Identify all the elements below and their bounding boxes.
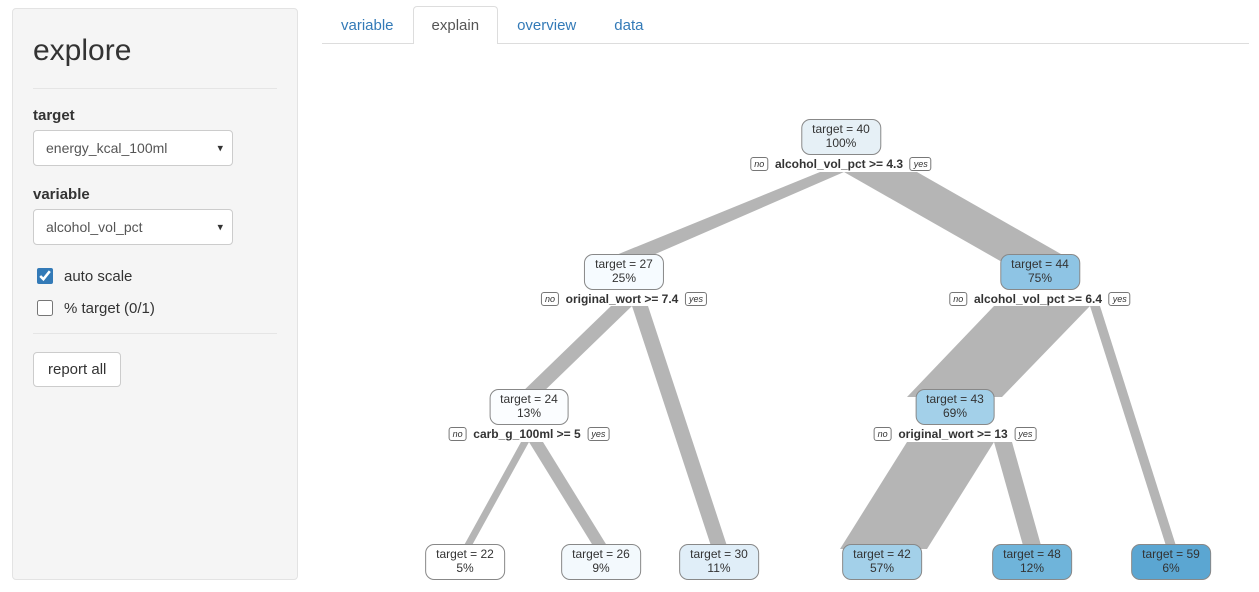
- pct-target-label: % target (0/1): [64, 300, 155, 317]
- tree-leaf: target = 26 9%: [561, 544, 641, 580]
- decision-tree: target = 40 100% no alcohol_vol_pct >= 4…: [322, 44, 1242, 564]
- no-tag: no: [949, 292, 967, 306]
- sidebar: explore target energy_kcal_100ml ▾ varia…: [12, 8, 298, 580]
- tree-split: no alcohol_vol_pct >= 4.3 yes: [750, 157, 931, 171]
- tree-bubble: target = 44 75%: [1000, 254, 1080, 290]
- auto-scale-checkbox[interactable]: [37, 268, 53, 284]
- tree-split: no carb_g_100ml >= 5 yes: [449, 427, 610, 441]
- yes-tag: yes: [685, 292, 707, 306]
- tree-bubble: target = 24 13%: [489, 389, 569, 425]
- tree-node-root: target = 40 100% no alcohol_vol_pct >= 4…: [750, 119, 931, 171]
- target-label: target: [33, 107, 277, 124]
- tree-bubble: target = 26 9%: [561, 544, 641, 580]
- no-tag: no: [750, 157, 768, 171]
- tree-leaf: target = 42 57%: [842, 544, 922, 580]
- tree-node: target = 43 69% no original_wort >= 13 y…: [874, 389, 1037, 441]
- tab-data[interactable]: data: [595, 6, 662, 44]
- variable-select[interactable]: alcohol_vol_pct: [33, 209, 233, 245]
- yes-tag: yes: [587, 427, 609, 441]
- yes-tag: yes: [1109, 292, 1131, 306]
- tree-node: target = 24 13% no carb_g_100ml >= 5 yes: [449, 389, 610, 441]
- tree-bubble: target = 43 69%: [915, 389, 995, 425]
- target-select[interactable]: energy_kcal_100ml: [33, 130, 233, 166]
- main-panel: variable explain overview data: [322, 0, 1259, 592]
- tree-split: no alcohol_vol_pct >= 6.4 yes: [949, 292, 1130, 306]
- tree-bubble: target = 48 12%: [992, 544, 1072, 580]
- tree-split: no original_wort >= 13 yes: [874, 427, 1037, 441]
- tree-leaf: target = 22 5%: [425, 544, 505, 580]
- yes-tag: yes: [1014, 427, 1036, 441]
- tree-leaf: target = 48 12%: [992, 544, 1072, 580]
- sidebar-title: explore: [33, 34, 277, 68]
- yes-tag: yes: [910, 157, 932, 171]
- auto-scale-label: auto scale: [64, 268, 132, 285]
- no-tag: no: [874, 427, 892, 441]
- no-tag: no: [541, 292, 559, 306]
- no-tag: no: [449, 427, 467, 441]
- tree-bubble: target = 40 100%: [801, 119, 881, 155]
- tree-node: target = 44 75% no alcohol_vol_pct >= 6.…: [949, 254, 1130, 306]
- variable-label: variable: [33, 186, 277, 203]
- pct-target-checkbox[interactable]: [37, 300, 53, 316]
- tab-explain[interactable]: explain: [413, 6, 499, 44]
- tree-leaf: target = 59 6%: [1131, 544, 1211, 580]
- divider: [33, 88, 277, 89]
- tree-bubble: target = 42 57%: [842, 544, 922, 580]
- tree-bubble: target = 22 5%: [425, 544, 505, 580]
- tree-split: no original_wort >= 7.4 yes: [541, 292, 707, 306]
- report-all-button[interactable]: report all: [33, 352, 121, 387]
- tree-leaf: target = 30 11%: [679, 544, 759, 580]
- tree-bubble: target = 30 11%: [679, 544, 759, 580]
- divider: [33, 333, 277, 334]
- tree-bubble: target = 59 6%: [1131, 544, 1211, 580]
- tab-overview[interactable]: overview: [498, 6, 595, 44]
- tab-variable[interactable]: variable: [322, 6, 413, 44]
- tree-node: target = 27 25% no original_wort >= 7.4 …: [541, 254, 707, 306]
- tabs: variable explain overview data: [322, 6, 1249, 44]
- tree-bubble: target = 27 25%: [584, 254, 664, 290]
